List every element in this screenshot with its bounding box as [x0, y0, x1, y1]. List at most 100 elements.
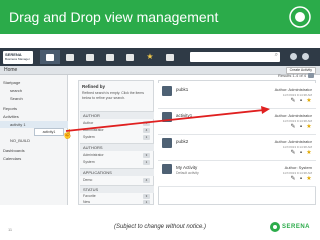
- filter-section-applications[interactable]: APPLICATIONS: [80, 168, 154, 176]
- result-date: 11/7/2013 9:14:38 AM: [282, 119, 312, 123]
- result-item[interactable]: pubk2 Author: Administrator 11/7/2013 9:…: [158, 135, 316, 161]
- filter-label: Administrator: [83, 128, 104, 132]
- filter-panel: Refined by Refined search is empty. Clic…: [78, 80, 154, 205]
- edit-icon[interactable]: ✎: [290, 150, 296, 156]
- result-item[interactable]: My Activity Default activity Author: Sys…: [158, 161, 316, 187]
- nav-reports-icon[interactable]: [100, 50, 120, 64]
- filter-row[interactable]: Author 4: [83, 120, 153, 127]
- count-badge: 1: [143, 200, 150, 205]
- count-badge: 1: [143, 135, 150, 140]
- result-subtitle: Default activity: [176, 171, 199, 175]
- result-author: Author: System: [284, 165, 312, 170]
- count-badge: 4: [143, 178, 150, 183]
- slide-title: Drag and Drop view management: [9, 9, 219, 25]
- serena-logo-icon: [269, 222, 280, 232]
- favorite-star-icon[interactable]: ★: [306, 176, 312, 182]
- filter-label: New: [83, 200, 91, 204]
- filter-section-authors[interactable]: AUTHORS: [80, 143, 154, 151]
- filter-row[interactable]: Administrator 4: [83, 127, 153, 134]
- result-actions: ✎ ▪ ★: [290, 98, 312, 104]
- app-header: SERENA Business Manager ★ ⌕: [0, 48, 320, 66]
- filter-row[interactable]: Administrator 3: [83, 152, 153, 159]
- filter-label: Author: [83, 121, 94, 125]
- app-brand-logo[interactable]: SERENA Business Manager: [3, 51, 33, 64]
- top-nav: ★: [40, 50, 180, 64]
- help-icon[interactable]: [302, 53, 309, 60]
- view-toggle-icon[interactable]: [308, 73, 314, 78]
- sidebar-item-startpage[interactable]: Startpage: [0, 79, 68, 86]
- filter-row[interactable]: System 1: [83, 134, 153, 141]
- sidebar-item-search[interactable]: search: [0, 87, 68, 94]
- result-actions: ✎ ▪ ★: [290, 124, 312, 130]
- count-badge: 1: [143, 160, 150, 165]
- page-header-bar: Home Create Activity: [0, 66, 320, 75]
- pointer-cursor-icon: ☝: [62, 129, 74, 139]
- tag-icon[interactable]: ▪: [298, 124, 304, 130]
- sidebar-item-calendars[interactable]: Calendars: [0, 155, 68, 162]
- nav-home-icon[interactable]: [40, 50, 60, 64]
- filter-section-status[interactable]: STATUS: [80, 185, 154, 193]
- refined-heading: Refined by: [82, 84, 106, 89]
- activity-thumbnail-icon: [162, 112, 172, 122]
- result-date: 11/7/2013 9:14:38 AM: [282, 171, 312, 175]
- count-badge: 3: [143, 153, 150, 158]
- tag-icon[interactable]: ▪: [298, 98, 304, 104]
- sidebar-item-search-2[interactable]: Search: [0, 95, 68, 102]
- edit-icon[interactable]: ✎: [290, 124, 296, 130]
- dragged-item-chip[interactable]: activity1: [34, 128, 64, 136]
- nav-dashboard-icon[interactable]: [80, 50, 100, 64]
- user-icon[interactable]: [290, 53, 297, 60]
- result-author: Author: Administrator: [274, 139, 312, 144]
- sidebar-item-activities[interactable]: Activities: [0, 113, 68, 120]
- activity-thumbnail-icon: [162, 86, 172, 96]
- filter-label: Administrator: [83, 153, 104, 157]
- edit-icon[interactable]: ✎: [290, 98, 296, 104]
- result-author: Author: Administrator: [274, 87, 312, 92]
- count-badge: 4: [143, 121, 150, 126]
- nav-favorites-icon[interactable]: ★: [140, 50, 160, 64]
- brand-product: Business Manager: [5, 57, 30, 61]
- count-badge: 4: [143, 128, 150, 133]
- favorite-star-icon[interactable]: ★: [306, 98, 312, 104]
- result-date: 11/7/2013 9:14:38 AM: [282, 93, 312, 97]
- page-title: Home: [4, 67, 18, 73]
- filter-section-author[interactable]: AUTHOR: [80, 111, 154, 119]
- filter-label: Favorite: [83, 194, 96, 198]
- nav-tools-icon[interactable]: [160, 50, 180, 64]
- slide-title-bar: Drag and Drop view management: [0, 0, 320, 34]
- edit-icon[interactable]: ✎: [290, 176, 296, 182]
- filter-row[interactable]: System 1: [83, 159, 153, 166]
- nav-calendar-icon[interactable]: [120, 50, 140, 64]
- serena-corner-logo-icon: [289, 6, 311, 28]
- sidebar-item-activity1[interactable]: activity 1: [0, 121, 68, 128]
- filter-label: System: [83, 135, 95, 139]
- result-name[interactable]: My Activity: [176, 165, 197, 170]
- result-item[interactable]: pubk1 Author: Administrator 11/7/2013 9:…: [158, 83, 316, 109]
- serena-logo-text: SERENA: [281, 224, 310, 230]
- activity-thumbnail-icon: [162, 164, 172, 174]
- result-actions: ✎ ▪ ★: [290, 150, 312, 156]
- global-search-input[interactable]: ⌕: [190, 52, 280, 62]
- result-date: 11/7/2013 9:14:38 AM: [282, 145, 312, 149]
- result-actions: ✎ ▪ ★: [290, 176, 312, 182]
- result-author: Author: Administrator: [274, 113, 312, 118]
- activity-thumbnail-icon: [162, 138, 172, 148]
- sidebar-item-no-build[interactable]: NO_BUILD: [0, 137, 68, 144]
- results-count: Results 1-4 of 4: [277, 73, 306, 78]
- search-icon[interactable]: ⌕: [275, 52, 278, 59]
- favorite-star-icon[interactable]: ★: [306, 150, 312, 156]
- result-name[interactable]: pubk2: [176, 139, 188, 144]
- sidebar-item-dashboards[interactable]: Dashboards: [0, 147, 68, 154]
- sidebar-item-reports[interactable]: Reports: [0, 105, 68, 112]
- filter-row[interactable]: Demo 4: [83, 177, 153, 184]
- sidebar: Startpage search Search Reports Activiti…: [0, 75, 68, 205]
- filter-label: System: [83, 160, 95, 164]
- result-item[interactable]: activity1 Author: Administrator 11/7/201…: [158, 109, 316, 135]
- favorite-star-icon[interactable]: ★: [306, 124, 312, 130]
- result-name[interactable]: activity1: [176, 113, 192, 118]
- filter-row[interactable]: New 1: [83, 199, 153, 206]
- result-name[interactable]: pubk1: [176, 87, 188, 92]
- tag-icon[interactable]: ▪: [298, 176, 304, 182]
- nav-work-icon[interactable]: [60, 50, 80, 64]
- tag-icon[interactable]: ▪: [298, 150, 304, 156]
